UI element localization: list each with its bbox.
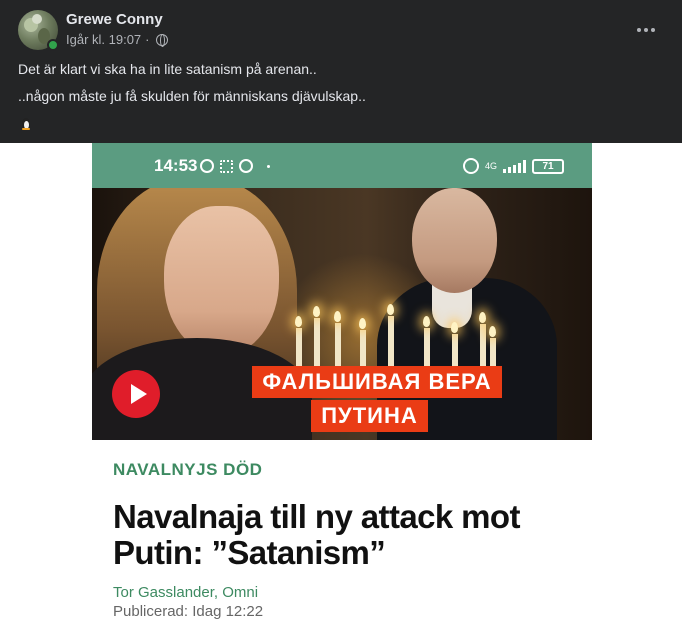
battery-icon: 71	[532, 158, 564, 174]
whatsapp-icon	[239, 159, 253, 173]
article-published-date: Publicerad: Idag 12:22	[113, 603, 264, 620]
meta-separator: ·	[145, 32, 150, 47]
video-thumbnail[interactable]: ФАЛЬШИВАЯ ВЕРА ПУТИНА	[92, 188, 592, 440]
video-caption: ФАЛЬШИВАЯ ВЕРА ПУТИНА	[92, 366, 592, 432]
article-author: Tor Gasslander, Omni	[113, 584, 259, 601]
status-icons-right: 4G 71	[462, 158, 564, 174]
apps-icon	[220, 159, 233, 173]
play-button[interactable]	[112, 370, 160, 418]
article: NAVALNYJS DÖD Navalnaja till ny attack m…	[113, 460, 593, 620]
post-text-line-2: ..någon måste ju få skulden för människa…	[18, 88, 366, 104]
dnd-icon	[200, 159, 214, 173]
caption-line-2: ПУТИНА	[311, 400, 428, 432]
status-time: 14:53	[154, 156, 198, 175]
phone-status-bar: 14:53 4G 71	[92, 143, 592, 188]
post-meta: Igår kl. 19:07 ·	[66, 32, 168, 47]
post-header: Grewe Conny Igår kl. 19:07 ·	[18, 10, 664, 54]
article-headline: Navalnaja till ny attack mot Putin: ”Sat…	[113, 499, 593, 571]
signal-icon	[503, 159, 526, 173]
globe-icon[interactable]	[155, 33, 168, 47]
headline-line-1: Navalnaja till ny attack mot	[113, 498, 520, 535]
post-timestamp[interactable]: Igår kl. 19:07	[66, 32, 141, 47]
network-type: 4G	[484, 160, 497, 171]
penguin-emoji-icon	[20, 116, 32, 130]
more-options-button[interactable]	[632, 16, 660, 44]
caption-line-1: ФАЛЬШИВАЯ ВЕРА	[252, 366, 502, 398]
status-icons-left	[200, 159, 270, 173]
alarm-icon	[462, 158, 479, 174]
post-image[interactable]: 14:53 4G 71 ФАЛЬШИВАЯ ВЕРА ПУТИНА NAVALN…	[0, 143, 682, 622]
online-status-dot	[47, 39, 59, 51]
article-category[interactable]: NAVALNYJS DÖD	[113, 460, 593, 480]
author-name[interactable]: Grewe Conny	[66, 11, 163, 28]
post-text-line-1: Det är klart vi ska ha in lite satanism …	[18, 61, 317, 77]
notification-dot-icon	[267, 164, 270, 168]
headline-line-2: Putin: ”Satanism”	[113, 534, 386, 571]
post-text: Det är klart vi ska ha in lite satanism …	[18, 60, 664, 133]
